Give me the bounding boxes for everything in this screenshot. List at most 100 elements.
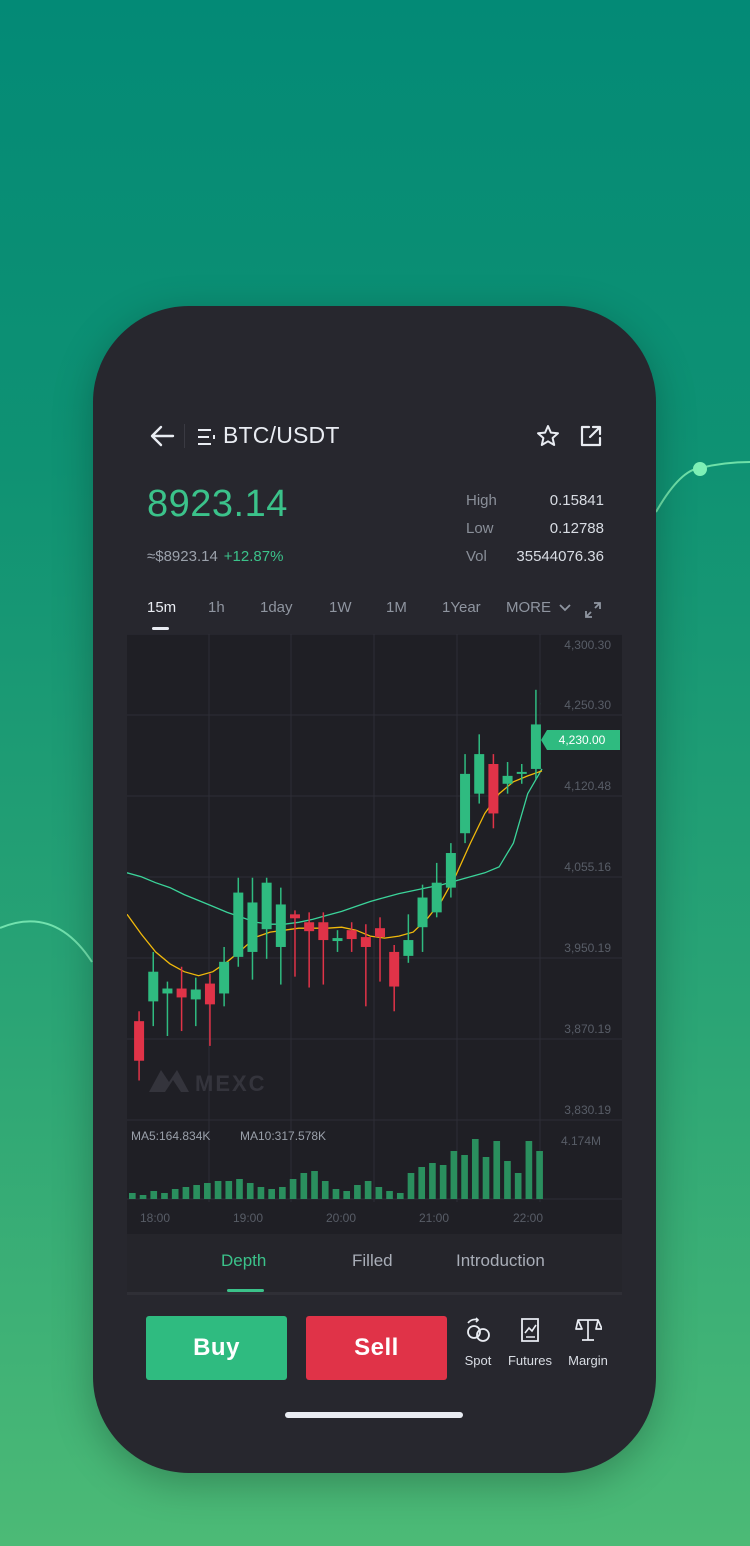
last-price: 8923.14 <box>147 483 288 525</box>
tab-divider <box>127 1292 622 1295</box>
volume-bar <box>214 1181 222 1199</box>
volume-bar <box>246 1183 254 1199</box>
buy-button[interactable]: Buy <box>146 1316 287 1380</box>
volume-bar <box>343 1191 351 1199</box>
volume-bar <box>504 1161 511 1199</box>
volume-bar <box>407 1173 415 1199</box>
timeframe-more[interactable]: MORE <box>506 599 571 616</box>
candle-body <box>375 928 386 938</box>
candle-body <box>233 892 244 957</box>
candle-body <box>304 922 315 932</box>
candle-body <box>474 754 485 794</box>
x-tick-label: 21:00 <box>419 1211 449 1225</box>
candle-body <box>516 771 527 774</box>
usd-value: ≈$8923.14 +12.87% <box>147 548 283 565</box>
timeframe-1year[interactable]: 1Year <box>442 599 481 616</box>
volume-bar <box>429 1163 436 1199</box>
candle-body <box>332 938 343 942</box>
volume-bar <box>514 1173 522 1199</box>
volume-bar <box>450 1151 458 1199</box>
spot-label: Spot <box>464 1353 492 1368</box>
stat-value-high: 0.15841 <box>549 492 604 509</box>
volume-bar <box>300 1173 308 1199</box>
volume-bar <box>439 1165 447 1199</box>
ma5-label: MA5:164.834K <box>131 1129 210 1143</box>
fullscreen-icon[interactable] <box>585 602 601 618</box>
stat-value-vol: 35544076.36 <box>516 548 604 565</box>
timeframe-15m[interactable]: 15m <box>147 599 176 616</box>
volume-bar <box>311 1171 318 1199</box>
stat-label-vol: Vol <box>466 548 487 565</box>
pair-menu-icon[interactable] <box>197 428 217 446</box>
tab-introduction[interactable]: Introduction <box>456 1251 545 1271</box>
sell-button[interactable]: Sell <box>306 1316 447 1380</box>
mexc-logo-watermark <box>149 1070 189 1092</box>
phone-frame: BTC/USDT 8923.14 ≈$8923.14 +12.87% High 0… <box>93 306 656 1473</box>
margin-mode[interactable]: Margin <box>560 1316 616 1368</box>
futures-mode[interactable]: Futures <box>502 1316 558 1368</box>
candle-body <box>346 930 357 940</box>
candle-body <box>204 983 215 1005</box>
x-tick-label: 20:00 <box>326 1211 356 1225</box>
decor-curve-left <box>0 920 93 963</box>
candle-body <box>176 988 187 998</box>
volume-bar <box>536 1151 543 1199</box>
futures-label: Futures <box>507 1353 553 1368</box>
spot-mode[interactable]: Spot <box>450 1316 506 1368</box>
y-tick-label: 4,300.30 <box>564 638 611 652</box>
candle-body <box>445 853 456 888</box>
candle-body <box>488 763 499 814</box>
candle-body <box>530 724 541 769</box>
tab-depth[interactable]: Depth <box>221 1251 266 1271</box>
stat-label-low: Low <box>466 520 494 537</box>
ma10-label: MA10:317.578K <box>240 1129 326 1143</box>
candle-body <box>190 989 201 1000</box>
volume-max-label: 4.174M <box>561 1134 601 1148</box>
spot-icon <box>467 1317 490 1342</box>
share-icon[interactable] <box>579 424 603 448</box>
price-change: +12.87% <box>223 548 284 565</box>
x-tick-label: 18:00 <box>140 1211 170 1225</box>
y-tick-label: 3,830.19 <box>564 1103 611 1117</box>
candle-body <box>318 922 329 941</box>
volume-bar <box>375 1187 383 1199</box>
y-tick-label: 4,120.48 <box>564 779 611 793</box>
back-arrow-icon[interactable] <box>149 424 175 448</box>
pair-title[interactable]: BTC/USDT <box>223 422 340 449</box>
volume-bar <box>268 1189 275 1199</box>
candle-body <box>360 937 371 947</box>
timeframe-1w[interactable]: 1W <box>329 599 352 616</box>
volume-bar <box>182 1187 190 1199</box>
candle-body <box>134 1021 145 1061</box>
candle-body <box>247 902 258 952</box>
chart-container[interactable]: 4,300.30 4,250.30 4,120.48 4,055.16 3,950.19… <box>126 633 622 1234</box>
timeframe-1h[interactable]: 1h <box>208 599 225 616</box>
timeframe-more-label: MORE <box>506 599 551 616</box>
timeframe-1day[interactable]: 1day <box>260 599 293 616</box>
timeframe-1m[interactable]: 1M <box>386 599 407 616</box>
candle-body <box>261 882 272 930</box>
volume-bar <box>139 1195 147 1199</box>
candle-body <box>289 914 300 919</box>
volume-bar <box>236 1179 243 1199</box>
tab-filled[interactable]: Filled <box>352 1251 393 1271</box>
volume-bar <box>257 1187 265 1199</box>
star-icon[interactable] <box>536 424 560 448</box>
candle-body <box>275 904 286 947</box>
candlestick-chart[interactable]: 4,300.30 4,250.30 4,120.48 4,055.16 3,950.19… <box>126 633 622 1234</box>
y-tick-label: 4,055.16 <box>564 860 611 874</box>
candle-body <box>502 775 513 784</box>
volume-bar <box>525 1141 533 1199</box>
volume-bar <box>354 1185 361 1199</box>
volume-bar <box>225 1181 233 1199</box>
candle-body <box>162 988 173 994</box>
volume-bar <box>171 1189 179 1199</box>
x-tick-label: 19:00 <box>233 1211 263 1225</box>
volume-bar <box>461 1155 468 1199</box>
x-tick-label: 22:00 <box>513 1211 543 1225</box>
home-indicator[interactable] <box>285 1412 463 1418</box>
volume-bar <box>418 1167 426 1199</box>
volume-bar <box>364 1181 372 1199</box>
candle-body <box>460 773 471 834</box>
y-tick-label: 4,250.30 <box>564 698 611 712</box>
